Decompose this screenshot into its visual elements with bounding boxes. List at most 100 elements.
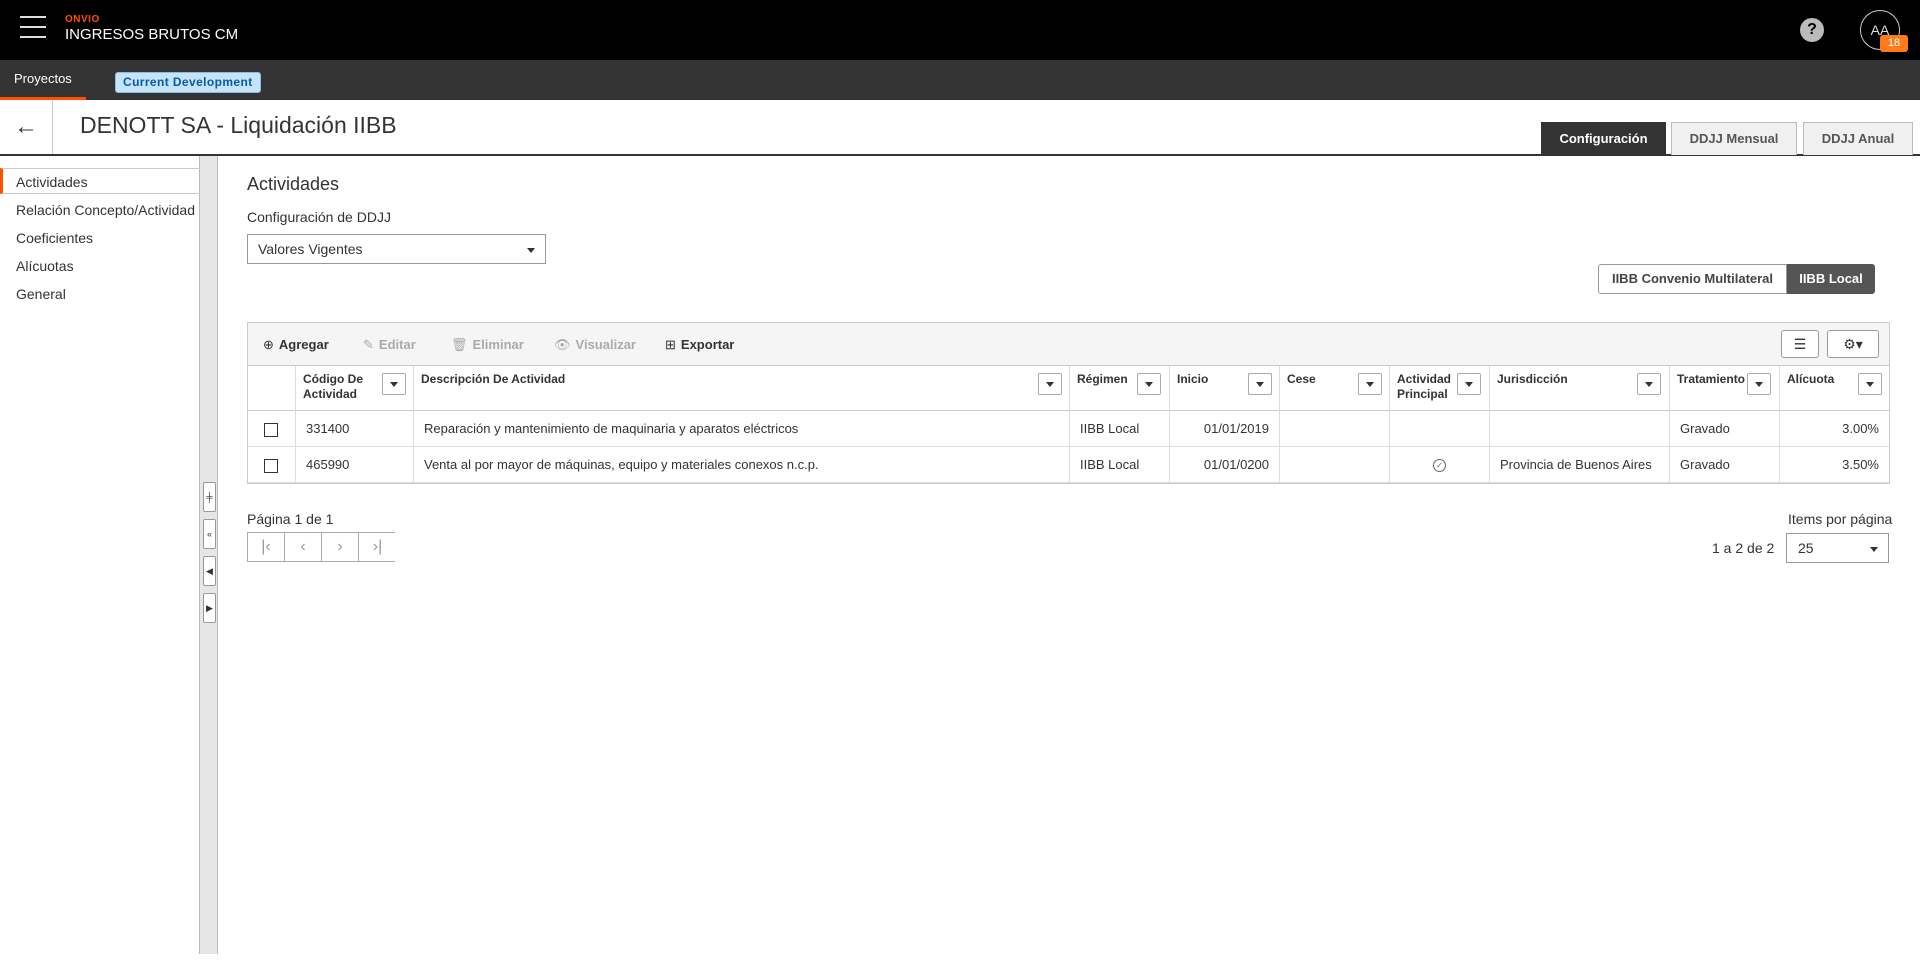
row-checkbox[interactable] <box>264 458 278 473</box>
row-select-cell <box>248 447 296 483</box>
filter-dropdown-icon[interactable] <box>1137 373 1161 395</box>
cell-descripcion: Venta al por mayor de máquinas, equipo y… <box>414 447 1070 483</box>
activities-grid: ⊕ Agregar ✎ Editar 🗑 Eliminar 👁 Visualizar ⊞… <box>247 322 1890 484</box>
filter-dropdown-icon[interactable] <box>1747 373 1771 395</box>
sidebar-item-actividades[interactable]: Actividades <box>0 168 200 194</box>
config-ddjj-label: Configuración de DDJJ <box>247 209 391 225</box>
column-header-alicuota[interactable]: Alícuota <box>1780 366 1889 411</box>
cell-cese <box>1280 411 1390 447</box>
filter-dropdown-icon[interactable] <box>382 373 406 395</box>
items-per-page-label: Items por página <box>1788 511 1893 527</box>
column-header-regimen[interactable]: Régimen <box>1070 366 1170 411</box>
sidebar-item-alicuotas[interactable]: Alícuotas <box>0 253 200 279</box>
plus-circle-icon: ⊕ <box>263 336 274 352</box>
cell-codigo: 465990 <box>296 447 414 483</box>
row-checkbox[interactable] <box>264 422 278 437</box>
sub-navbar: Proyectos <box>0 60 1920 100</box>
help-icon[interactable]: ? <box>1800 18 1824 42</box>
trash-icon: 🗑 <box>451 336 468 352</box>
filter-dropdown-icon[interactable] <box>1457 373 1481 395</box>
page-size-value: 25 <box>1798 540 1814 556</box>
column-header-actividad-principal[interactable]: Actividad Principal <box>1390 366 1490 411</box>
cell-inicio: 01/01/2019 <box>1170 411 1280 447</box>
collapse-left-icon[interactable]: ◀ <box>203 556 216 586</box>
select-column-header <box>248 366 296 411</box>
row-select-cell <box>248 411 296 447</box>
cell-jurisdiccion <box>1490 411 1670 447</box>
next-page-icon[interactable]: › <box>322 533 359 561</box>
table-row[interactable]: 331400 Reparación y mantenimiento de maq… <box>248 411 1889 447</box>
table-header: Código De Actividad Descripción De Activ… <box>248 366 1889 411</box>
filter-dropdown-icon[interactable] <box>1637 373 1661 395</box>
cell-tratamiento: Gravado <box>1670 447 1780 483</box>
edit-button[interactable]: ✎ Editar <box>363 323 416 366</box>
config-ddjj-value: Valores Vigentes <box>258 241 363 257</box>
brand[interactable]: ONVIO INGRESOS BRUTOS CM <box>65 15 238 45</box>
table-row[interactable]: 465990 Venta al por mayor de máquinas, e… <box>248 447 1889 483</box>
page-header: ← DENOTT SA - Liquidación IIBB Configura… <box>0 100 1920 156</box>
tab-proyectos[interactable]: Proyectos <box>0 60 86 100</box>
tab-configuracion[interactable]: Configuración <box>1541 122 1666 155</box>
column-header-descripcion[interactable]: Descripción De Actividad <box>414 366 1070 411</box>
column-header-jurisdiccion[interactable]: Jurisdicción <box>1490 366 1670 411</box>
range-label: 1 a 2 de 2 <box>1712 540 1775 556</box>
brand-logo: ONVIO <box>65 14 100 25</box>
cell-alicuota: 3.50% <box>1842 457 1879 472</box>
split-handle-icon[interactable]: ╪ <box>203 482 216 512</box>
column-header-codigo[interactable]: Código De Actividad <box>296 366 414 411</box>
sidebar-item-relacion-concepto[interactable]: Relación Concepto/Actividad <box>0 197 200 223</box>
cell-regimen: IIBB Local <box>1070 447 1170 483</box>
sidebar-item-coeficientes[interactable]: Coeficientes <box>0 225 200 251</box>
cell-codigo: 331400 <box>296 411 414 447</box>
cell-tratamiento: Gravado <box>1670 411 1780 447</box>
pagination: |‹ ‹ › ›| <box>247 532 396 562</box>
first-page-icon[interactable]: |‹ <box>248 533 285 561</box>
tab-ddjj-anual[interactable]: DDJJ Anual <box>1803 122 1913 155</box>
add-button[interactable]: ⊕ Agregar <box>263 323 329 366</box>
prev-page-icon[interactable]: ‹ <box>285 533 322 561</box>
cell-inicio: 01/01/0200 <box>1170 447 1280 483</box>
page-title: DENOTT SA - Liquidación IIBB <box>80 112 397 138</box>
cell-descripcion: Reparación y mantenimiento de maquinaria… <box>414 411 1070 447</box>
filter-dropdown-icon[interactable] <box>1038 373 1062 395</box>
environment-badge: Current Development <box>115 72 261 93</box>
sidebar: Actividades Relación Concepto/Actividad … <box>0 156 200 954</box>
last-page-icon[interactable]: ›| <box>359 533 396 561</box>
export-button[interactable]: ⊞ Exportar <box>665 323 734 366</box>
cell-jurisdiccion: Provincia de Buenos Aires <box>1490 447 1670 483</box>
column-header-tratamiento[interactable]: Tratamiento <box>1670 366 1780 411</box>
section-title: Actividades <box>247 174 340 194</box>
segment-iibb-convenio[interactable]: IIBB Convenio Multilateral <box>1598 264 1787 294</box>
tab-ddjj-mensual[interactable]: DDJJ Mensual <box>1671 122 1797 155</box>
column-chooser-icon[interactable]: ☰ <box>1781 330 1819 358</box>
page-size-select[interactable]: 25 <box>1786 533 1889 563</box>
cell-regimen: IIBB Local <box>1070 411 1170 447</box>
expand-right-icon[interactable]: ▶ <box>203 593 216 623</box>
sidebar-item-general[interactable]: General <box>0 281 200 307</box>
segment-iibb-local[interactable]: IIBB Local <box>1787 264 1875 294</box>
chevron-down-icon <box>1870 547 1878 552</box>
config-ddjj-select[interactable]: Valores Vigentes <box>247 234 546 264</box>
filter-dropdown-icon[interactable] <box>1248 373 1272 395</box>
grid-toolbar: ⊕ Agregar ✎ Editar 🗑 Eliminar 👁 Visualizar ⊞… <box>248 323 1889 366</box>
cell-cese <box>1280 447 1390 483</box>
column-header-inicio[interactable]: Inicio <box>1170 366 1280 411</box>
view-button[interactable]: 👁 Visualizar <box>554 323 636 366</box>
cell-alicuota: 3.00% <box>1842 421 1879 436</box>
back-arrow-icon[interactable]: ← <box>0 100 53 154</box>
pencil-icon: ✎ <box>363 336 374 352</box>
excel-icon: ⊞ <box>665 336 676 352</box>
column-header-cese[interactable]: Cese <box>1280 366 1390 411</box>
collapse-all-icon[interactable]: « <box>203 519 216 549</box>
settings-gear-icon[interactable]: ⚙▾ <box>1827 330 1879 358</box>
eye-icon: 👁 <box>554 336 571 352</box>
cell-actividad-principal: ✓ <box>1390 447 1490 483</box>
panel-splitter[interactable] <box>200 156 218 954</box>
app-title: INGRESOS BRUTOS CM <box>65 26 239 43</box>
filter-dropdown-icon[interactable] <box>1358 373 1382 395</box>
filter-dropdown-icon[interactable] <box>1858 373 1882 395</box>
delete-button[interactable]: 🗑 Eliminar <box>451 323 524 366</box>
hamburger-menu-icon[interactable] <box>20 16 46 40</box>
chevron-down-icon <box>527 248 535 253</box>
cell-actividad-principal <box>1390 411 1490 447</box>
